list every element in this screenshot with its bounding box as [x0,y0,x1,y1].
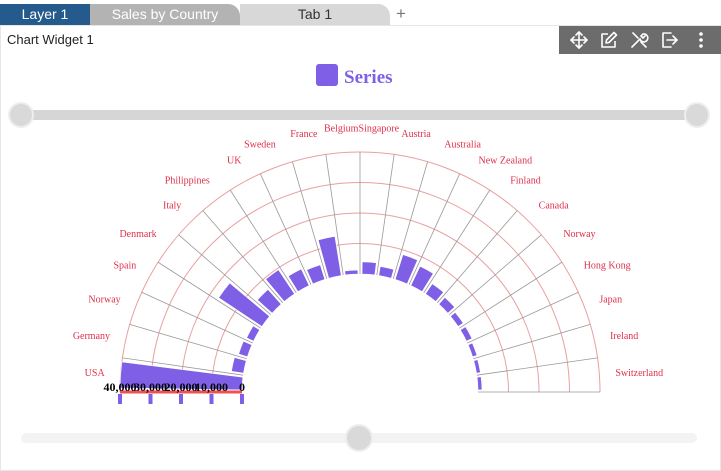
category-label: Norway [563,229,595,240]
axis-tick [148,394,153,404]
category-labels: USA Germany Norway Spain Denmark Italy Philipp… [73,124,663,379]
category-label: Spain [114,260,137,271]
tab-layer-1[interactable]: Layer 1 [0,4,90,25]
grid-spoke [202,210,284,304]
tab-sales-by-country[interactable]: Sales by Country [90,4,240,25]
category-label: Sweden [244,140,276,151]
bar-canada[interactable] [438,296,456,314]
bar-belgium[interactable] [344,269,359,276]
category-label: Austria [401,129,431,140]
polar-grid [119,151,601,393]
bar-spain[interactable] [246,325,261,342]
bar-switzerland[interactable] [476,376,483,391]
top-slider-handle-left[interactable] [8,102,34,128]
legend-swatch [316,64,338,86]
category-label: Germany [73,331,110,342]
bar-japan[interactable] [467,342,478,358]
top-slider-handle-right[interactable] [684,102,710,128]
axis-tick-label: 40,000 [104,380,137,394]
category-label: Italy [163,200,181,211]
grid-spoke [229,189,297,293]
axis-tick [240,394,244,404]
tab-tab-1[interactable]: Tab 1 [240,4,390,25]
grid-spoke [376,154,395,276]
category-label: Japan [599,295,622,306]
grid-spoke [423,189,491,293]
category-label: Canada [539,200,570,211]
grid-spoke [436,210,518,304]
axis-tick-label: 20,000 [165,380,198,394]
axis-tick-label: 0 [239,380,245,394]
bar-norway[interactable] [238,340,253,358]
category-label: Philippines [165,176,210,187]
grid-spoke [178,234,272,316]
chart-widget: Chart Widget 1 Series USA Germany Norway… [0,25,721,471]
category-label: France [290,129,318,140]
category-label: Australia [444,140,481,151]
category-label: Norway [88,295,120,306]
add-tab-button[interactable]: + [396,3,406,24]
grid-spoke [476,357,598,376]
category-label: Belgium [324,124,359,135]
axis-tick-label: 10,000 [195,380,228,394]
grid-spoke [448,234,542,316]
bar-hong-kong[interactable] [459,326,473,342]
tab-bar: Layer 1 Sales by Country Tab 1 + [0,0,721,25]
legend-label: Series [344,67,393,88]
bar-germany[interactable] [231,357,247,374]
bar-austria[interactable] [378,266,395,279]
bar-denmark[interactable] [218,282,270,327]
category-label: New Zealand [479,155,533,166]
axis-tick-label: 30,000 [134,380,167,394]
axis-tick [179,394,183,404]
category-label: Finland [510,176,541,187]
category-label: USA [85,368,106,379]
radial-axis: 40,00030,00020,00010,000 0 [104,380,245,404]
bar-ireland[interactable] [473,359,481,374]
grid-spoke [292,161,328,279]
category-label: Hong Kong [584,260,631,271]
category-label: Switzerland [615,368,663,379]
bar-singapore[interactable] [361,261,377,276]
category-label: Singapore [359,124,400,135]
category-label: UK [227,155,242,166]
grid-spoke [473,324,591,360]
bottom-slider-handle[interactable] [345,424,373,452]
category-label: Denmark [119,229,156,240]
axis-tick [118,394,122,404]
top-slider-track[interactable] [21,110,697,120]
polar-bar-chart: Series USA Germany Norway Spain Denmark Italy… [8,64,710,452]
axis-tick [209,394,214,404]
bar-norway[interactable] [450,311,464,327]
category-label: Ireland [610,331,638,342]
grid-spoke [459,261,563,329]
grid-spoke [129,324,247,360]
bar-uk[interactable] [287,268,310,293]
grid-spoke [157,261,261,329]
